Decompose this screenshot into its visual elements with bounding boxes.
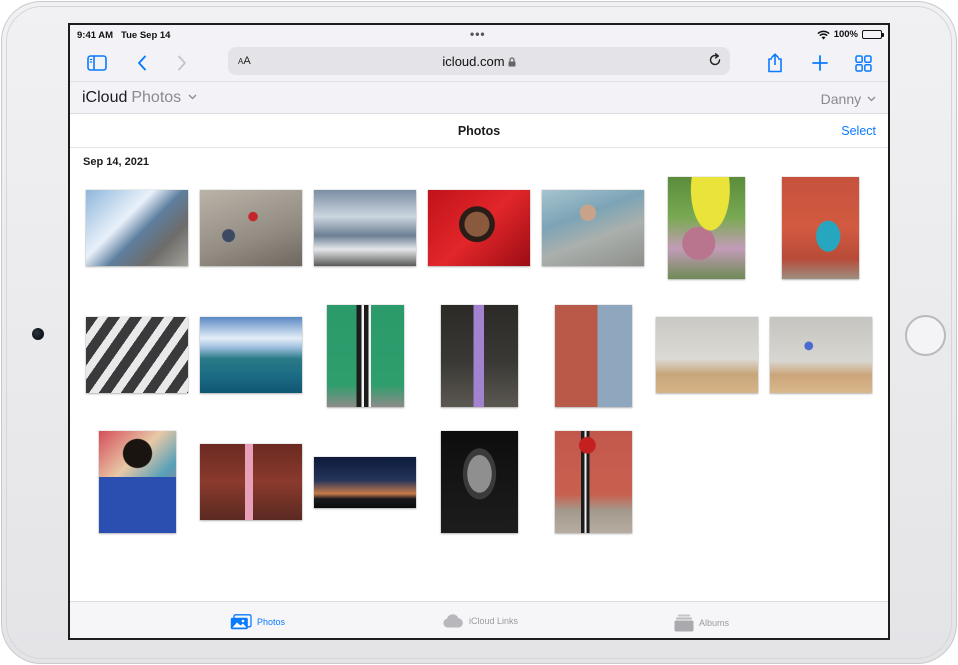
photo-thumbnail[interactable] (656, 317, 758, 393)
photo-thumbnail[interactable] (200, 444, 302, 520)
chevron-down-icon (188, 94, 197, 100)
tab-photos-label: Photos (257, 617, 286, 627)
photos-tab-icon (230, 614, 252, 630)
icloud-brand: iCloud (82, 89, 128, 106)
tab-icloud-links-label: iCloud Links (469, 616, 519, 626)
photo-thumbnail[interactable] (86, 190, 188, 266)
sidebar-icon[interactable] (84, 45, 110, 81)
user-name: Danny (820, 91, 862, 107)
photo-thumbnail[interactable] (770, 317, 872, 393)
account-menu[interactable]: Danny (821, 91, 876, 107)
plus-icon[interactable] (809, 45, 831, 81)
front-camera (32, 328, 44, 340)
photo-thumbnail[interactable] (555, 431, 632, 533)
select-button[interactable]: Select (841, 124, 876, 138)
tabs-grid-icon[interactable] (852, 45, 874, 81)
photos-title-bar: Photos Select (70, 115, 888, 148)
back-chevron-icon[interactable] (132, 45, 152, 81)
home-button[interactable] (905, 315, 946, 356)
photo-thumbnail[interactable] (441, 305, 518, 407)
photo-thumbnail[interactable] (99, 431, 176, 533)
photo-thumbnail[interactable] (428, 190, 530, 266)
browser-toolbar: AAAA icloud.com (70, 45, 888, 81)
photo-thumbnail[interactable] (555, 305, 632, 407)
reload-icon[interactable] (708, 53, 722, 72)
tab-icloud-links[interactable]: iCloud Links (442, 614, 518, 628)
photo-thumbnail[interactable] (668, 177, 745, 279)
cloud-icon (443, 614, 463, 628)
photo-thumbnail[interactable] (314, 190, 416, 266)
albums-icon (674, 614, 694, 632)
date-header: Sep 14, 2021 (83, 156, 150, 168)
tab-albums[interactable]: Albums (674, 614, 729, 632)
app-name: Photos (131, 89, 182, 106)
status-date: Tue Sep 14 (121, 30, 171, 41)
photo-thumbnail[interactable] (327, 305, 404, 407)
screen: 9:41 AM Tue Sep 14 ••• 100% AAAA icloud.… (68, 23, 890, 640)
tab-photos[interactable]: Photos (230, 614, 285, 630)
icloud-header: iCloud Photos Danny (70, 81, 888, 114)
page-title: Photos (457, 124, 501, 138)
address-bar[interactable]: AAAA icloud.com (228, 47, 730, 75)
forward-chevron-icon[interactable] (172, 45, 192, 81)
photo-thumbnail[interactable] (86, 317, 188, 393)
photo-thumbnail[interactable] (542, 190, 644, 266)
lock-icon (508, 57, 516, 67)
app-switcher[interactable]: iCloud Photos (82, 89, 197, 107)
battery-icon (862, 30, 884, 39)
photo-thumbnail[interactable] (782, 177, 859, 279)
photo-thumbnail[interactable] (200, 317, 302, 393)
status-time: 9:41 AM (77, 30, 114, 41)
url-text: icloud.com (442, 54, 505, 69)
share-icon[interactable] (764, 45, 786, 81)
chevron-down-icon (867, 96, 876, 102)
photo-thumbnail[interactable] (200, 190, 302, 266)
photo-thumbnail[interactable] (314, 457, 416, 508)
multitasking-dots-icon[interactable]: ••• (470, 27, 486, 41)
wifi-icon (817, 30, 830, 39)
tab-albums-label: Albums (699, 618, 730, 628)
battery-percent: 100% (833, 29, 858, 40)
photo-thumbnail[interactable] (441, 431, 518, 533)
status-bar: 9:41 AM Tue Sep 14 ••• 100% (70, 25, 888, 45)
bottom-tab-bar: Photos iCloud Links Albums (70, 601, 888, 638)
